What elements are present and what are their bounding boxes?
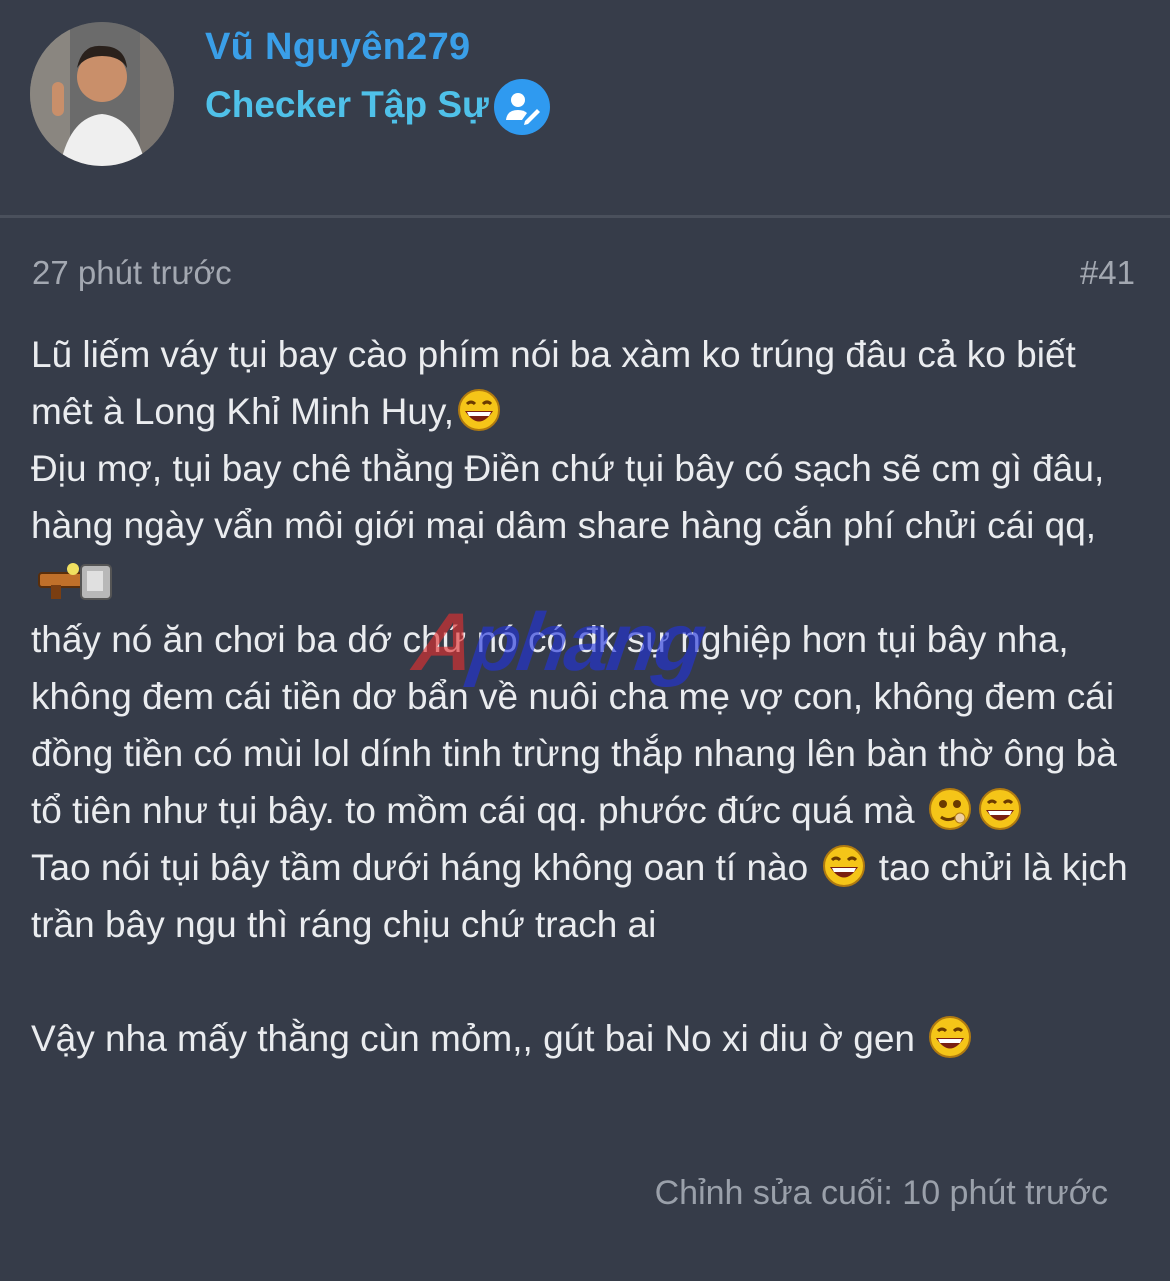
post-content: Lũ liếm váy tụi bay cào phím nói ba xàm … [31, 326, 1143, 1067]
paragraph: Lũ liếm váy tụi bay cào phím nói ba xàm … [31, 326, 1143, 440]
avatar[interactable] [30, 22, 174, 166]
post-number[interactable]: #41 [1080, 254, 1135, 292]
paragraph-text: Tao nói tụi bây tầm dưới háng không oan … [31, 847, 809, 888]
post-author-header: Vũ Nguyên279 Checker Tập Sự [0, 0, 1170, 218]
user-title: Checker Tập Sự [205, 84, 489, 125]
paragraph: Địu mợ, tụi bay chê thằng Điền chứ tụi b… [31, 440, 1143, 611]
laughing-emoji-icon [457, 389, 500, 431]
paragraph-text: Vậy nha mấy thằng cùn mỏm,, gút bai No x… [31, 1018, 915, 1059]
paragraph: Tao nói tụi bây tầm dưới háng không oan … [31, 839, 1143, 953]
paragraph: Vậy nha mấy thằng cùn mỏm,, gút bai No x… [31, 1010, 1143, 1067]
username[interactable]: Vũ Nguyên279 [205, 26, 470, 69]
gun-emoji-icon [38, 563, 112, 600]
paragraph-text: Lũ liếm váy tụi bay cào phím nói ba xàm … [31, 334, 1076, 432]
last-edited-note: Chỉnh sửa cuối: 10 phút trước [654, 1174, 1108, 1212]
smirk-emoji-icon [928, 788, 971, 830]
laughing-emoji-icon [822, 845, 865, 887]
user-pen-icon [494, 79, 550, 135]
paragraph-text: Địu mợ, tụi bay chê thằng Điền chứ tụi b… [31, 448, 1105, 546]
laughing-emoji-icon [929, 1016, 972, 1058]
watermark-part2: phang [464, 597, 709, 688]
watermark: Aphang [408, 596, 709, 690]
post-timestamp[interactable]: 27 phút trước [32, 254, 232, 292]
laughing-emoji-icon [978, 788, 1021, 830]
